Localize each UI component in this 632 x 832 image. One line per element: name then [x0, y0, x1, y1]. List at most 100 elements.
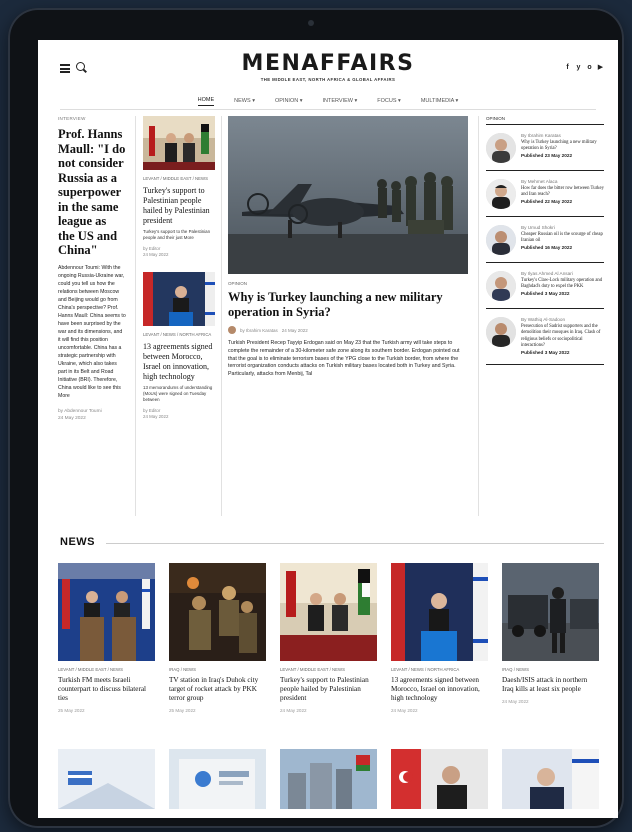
article-category[interactable]: LEVANT / NEWS / NORTH AFRICA: [143, 332, 215, 338]
tablet-frame: MENAFFAIRS THE MIDDLE EAST, NORTH AFRICA…: [8, 8, 624, 828]
news-thumbnail[interactable]: [502, 749, 599, 809]
column-divider: [135, 116, 136, 516]
nav-interview[interactable]: INTERVIEW ▾: [323, 98, 358, 104]
news-thumbnail[interactable]: [58, 749, 155, 809]
news-date: 24 May 2022: [391, 708, 418, 713]
opinion-date: Published 3 May 2022: [521, 290, 570, 296]
news-thumbnail[interactable]: [169, 749, 266, 809]
opinion-item[interactable]: By Umud Shokri Cheaper Russian oil is th…: [486, 217, 604, 263]
nav-focus[interactable]: FOCUS ▾: [377, 98, 401, 104]
opinion-author[interactable]: By Mehmet Alaca: [521, 179, 604, 186]
opinion-author[interactable]: By Ibrahim Karatas: [521, 133, 604, 140]
news-date: 24 May 2022: [502, 699, 529, 704]
opinion-date: Published 16 May 2022: [521, 244, 573, 250]
middle-column: LEVANT / MIDDLE EAST / NEWS Turkey's sup…: [143, 116, 215, 420]
article-byline: by Editor 24 May 2022: [143, 408, 215, 420]
featured-excerpt: Turkish President Recep Tayyip Erdogan s…: [228, 340, 460, 378]
news-thumbnail: [391, 563, 488, 661]
news-title[interactable]: Turkish FM meets Israeli counterpart to …: [58, 676, 155, 703]
interview-column: INTERVIEW Prof. Hanns Maull: "I do not c…: [58, 116, 126, 422]
featured-date: 24 May 2022: [281, 327, 308, 333]
featured-byline: by Ibrahim Karatas 24 May 2022: [228, 326, 468, 334]
opinion-date: Published 23 May 2022: [521, 152, 573, 158]
news-thumbnail[interactable]: [280, 749, 377, 809]
news-card[interactable]: IRAQ / NEWS TV station in Iraq's Duhok c…: [169, 563, 266, 713]
article-thumbnail[interactable]: [143, 272, 215, 326]
logo-tagline: THE MIDDLE EAST, NORTH AFRICA & GLOBAL A…: [260, 77, 396, 82]
nav-multimedia[interactable]: MULTIMEDIA ▾: [421, 98, 459, 104]
interview-section-label: INTERVIEW: [58, 116, 86, 121]
interview-author[interactable]: by Abdennour Toumi: [58, 408, 126, 415]
article-category[interactable]: LEVANT / MIDDLE EAST / NEWS: [143, 176, 215, 182]
news-title[interactable]: Daesh/ISIS attack in northern Iraq kills…: [502, 676, 599, 694]
news-card[interactable]: LEVANT / MIDDLE EAST / NEWS Turkish FM m…: [58, 563, 155, 713]
opinion-title[interactable]: Why is Turkey launching a new military o…: [521, 140, 604, 153]
news-card[interactable]: LEVANT / NEWS / NORTH AFRICA 13 agreemen…: [391, 563, 488, 713]
interview-byline: by Abdennour Toumi 24 May 2022: [58, 408, 126, 422]
opinion-item[interactable]: By Mehmet Alaca How far does the bitter …: [486, 171, 604, 217]
author-avatar: [486, 317, 516, 347]
news-date: 25 May 2022: [169, 708, 196, 713]
news-thumbnail: [58, 563, 155, 661]
news-title[interactable]: TV station in Iraq's Duhok city target o…: [169, 676, 266, 703]
nav-divider: [60, 109, 596, 110]
opinion-item[interactable]: By Ibrahim Karatas Why is Turkey launchi…: [486, 125, 604, 171]
logo-text: MENAFFAIRS: [241, 51, 415, 76]
news-title[interactable]: 13 agreements signed between Morocco, Is…: [391, 676, 488, 703]
news-thumbnail: [169, 563, 266, 661]
opinion-date: Published 3 May 2022: [521, 349, 570, 355]
news-category[interactable]: IRAQ / NEWS: [502, 667, 599, 672]
site-header: MENAFFAIRS THE MIDDLE EAST, NORTH AFRICA…: [38, 40, 618, 90]
interview-date: 24 May 2022: [58, 415, 86, 421]
article-date: 24 May 2022: [143, 414, 169, 419]
instagram-icon[interactable]: o: [586, 64, 593, 71]
opinion-title[interactable]: Turkey's Claw-Lock military operation an…: [521, 278, 604, 291]
article-title[interactable]: 13 agreements signed between Morocco, Is…: [143, 342, 215, 382]
article-title[interactable]: Turkey's support to Palestinian people h…: [143, 186, 215, 226]
site-logo[interactable]: MENAFFAIRS THE MIDDLE EAST, NORTH AFRICA…: [38, 51, 618, 83]
opinion-title[interactable]: Persecution of Sadrist supporters and th…: [521, 324, 604, 350]
author-avatar: [486, 225, 516, 255]
news-title[interactable]: Turkey's support to Palestinian people h…: [280, 676, 377, 703]
interview-more-link[interactable]: More: [58, 393, 70, 399]
news-thumbnail[interactable]: [391, 749, 488, 809]
article-thumbnail[interactable]: [143, 116, 215, 170]
article-byline: by Editor 24 May 2022: [143, 246, 215, 258]
opinion-title[interactable]: How far does the bitter row between Turk…: [521, 186, 604, 199]
news-grid: LEVANT / MIDDLE EAST / NEWS Turkish FM m…: [58, 563, 599, 713]
featured-category[interactable]: OPINION: [228, 281, 468, 286]
opinion-title[interactable]: Cheaper Russian oil is the scourge of ch…: [521, 232, 604, 245]
screen: MENAFFAIRS THE MIDDLE EAST, NORTH AFRICA…: [38, 40, 618, 818]
author-avatar: [486, 179, 516, 209]
featured-title[interactable]: Why is Turkey launching a new military o…: [228, 290, 468, 320]
opinion-author[interactable]: By Ilyas Ahmed Al Ansari: [521, 271, 604, 278]
news-thumbnail: [502, 563, 599, 661]
news-card[interactable]: IRAQ / NEWS Daesh/ISIS attack in norther…: [502, 563, 599, 713]
featured-column: OPINION Why is Turkey launching a new mi…: [228, 116, 468, 379]
article-date: 24 May 2022: [143, 252, 169, 257]
featured-author[interactable]: by Ibrahim Karatas: [240, 328, 278, 333]
column-divider: [478, 116, 479, 516]
nav-opinion[interactable]: OPINION ▾: [275, 98, 303, 104]
news-category[interactable]: LEVANT / NEWS / NORTH AFRICA: [391, 667, 488, 672]
nav-home[interactable]: HOME: [197, 97, 215, 106]
opinion-item[interactable]: By Wathiq Al-Sadoon Persecution of Sadri…: [486, 309, 604, 365]
news-category[interactable]: LEVANT / MIDDLE EAST / NEWS: [58, 667, 155, 672]
article-more-link[interactable]: More: [184, 235, 194, 240]
news-grid-row-2: [58, 749, 599, 809]
twitter-icon[interactable]: y: [575, 64, 582, 71]
interview-title[interactable]: Prof. Hanns Maull: "I do not consider Ru…: [58, 127, 126, 258]
news-heading: NEWS: [60, 536, 95, 548]
author-avatar: [486, 271, 516, 301]
nav-news[interactable]: NEWS ▾: [234, 98, 255, 104]
news-thumbnail: [280, 563, 377, 661]
facebook-icon[interactable]: f: [564, 64, 571, 71]
opinion-author[interactable]: By Umud Shokri: [521, 225, 604, 232]
youtube-icon[interactable]: ▶: [597, 64, 604, 71]
featured-image[interactable]: [228, 116, 468, 274]
opinion-item[interactable]: By Ilyas Ahmed Al Ansari Turkey's Claw-L…: [486, 263, 604, 309]
news-card[interactable]: LEVANT / MIDDLE EAST / NEWS Turkey's sup…: [280, 563, 377, 713]
opinion-author[interactable]: By Wathiq Al-Sadoon: [521, 317, 604, 324]
news-category[interactable]: IRAQ / NEWS: [169, 667, 266, 672]
news-category[interactable]: LEVANT / MIDDLE EAST / NEWS: [280, 667, 377, 672]
